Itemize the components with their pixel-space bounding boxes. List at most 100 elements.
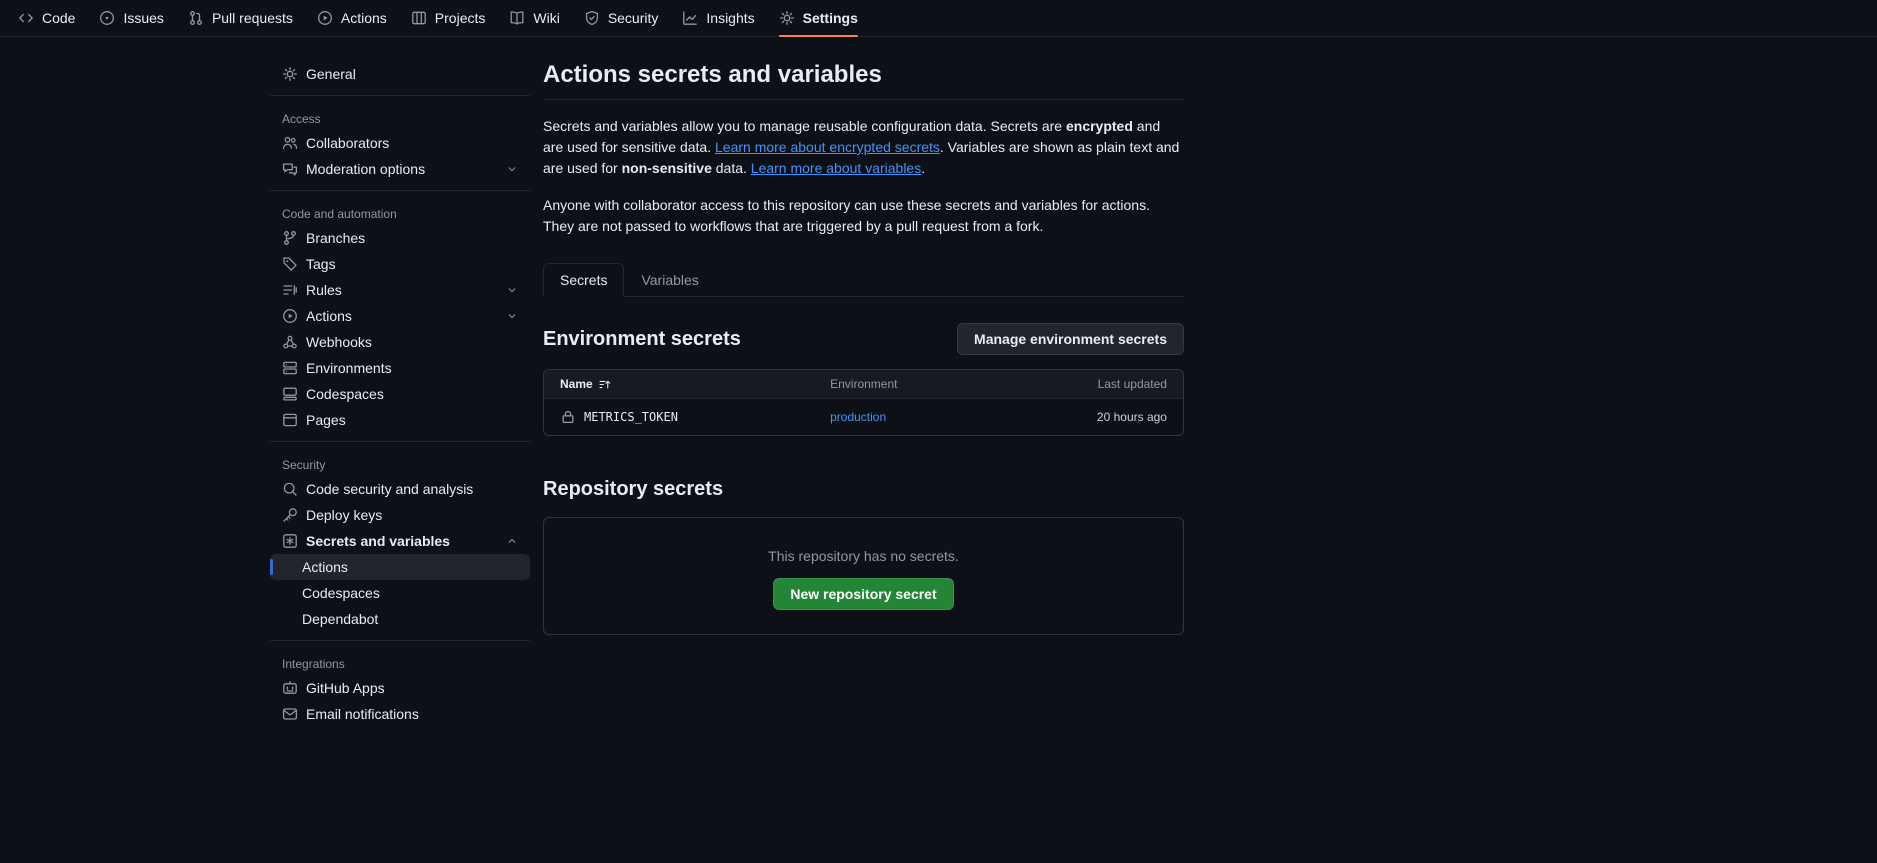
environment-secrets-section: Environment secrets Manage environment s… <box>543 323 1184 436</box>
sidebar-item-codespaces[interactable]: Codespaces <box>270 381 530 407</box>
tab-label: Issues <box>123 10 163 26</box>
sidebar-divider <box>270 190 530 191</box>
gear-icon <box>282 66 298 82</box>
intro-paragraph-2: Anyone with collaborator access to this … <box>543 195 1184 237</box>
play-icon <box>317 10 333 26</box>
link-learn-encrypted-secrets[interactable]: Learn more about encrypted secrets <box>715 139 940 155</box>
sidebar-item-actions[interactable]: Actions <box>270 303 530 329</box>
sidebar-item-environments[interactable]: Environments <box>270 355 530 381</box>
sidebar-divider <box>270 441 530 442</box>
book-icon <box>509 10 525 26</box>
column-header-name[interactable]: Name <box>560 377 830 391</box>
tab-label: Actions <box>341 10 387 26</box>
sidebar-item-code-security[interactable]: Code security and analysis <box>270 476 530 502</box>
mail-icon <box>282 706 298 722</box>
codescan-icon <box>282 481 298 497</box>
tab-label: Wiki <box>533 10 559 26</box>
repository-secrets-title: Repository secrets <box>543 478 1184 501</box>
sidebar-item-label: Pages <box>306 412 346 428</box>
chevron-down-icon <box>506 310 518 322</box>
chevron-up-icon <box>506 535 518 547</box>
tab-label: Projects <box>435 10 486 26</box>
tab-label: Code <box>42 10 75 26</box>
tab-security[interactable]: Security <box>576 0 667 36</box>
intro-text-block: Secrets and variables allow you to manag… <box>543 116 1184 237</box>
intro-paragraph-1: Secrets and variables allow you to manag… <box>543 116 1184 179</box>
tab-actions[interactable]: Actions <box>309 0 395 36</box>
tab-settings[interactable]: Settings <box>771 0 866 36</box>
sidebar-item-label: Deploy keys <box>306 507 382 523</box>
sidebar-item-pages[interactable]: Pages <box>270 407 530 433</box>
sidebar-item-general[interactable]: General <box>270 61 530 87</box>
sidebar-item-secrets-and-variables[interactable]: Secrets and variables <box>270 528 530 554</box>
sidebar-item-branches[interactable]: Branches <box>270 225 530 251</box>
webhook-icon <box>282 334 298 350</box>
sidebar-item-label: Dependabot <box>302 611 378 627</box>
new-repository-secret-button[interactable]: New repository secret <box>773 578 953 610</box>
key-asterisk-icon <box>282 533 298 549</box>
sidebar-item-email-notifications[interactable]: Email notifications <box>270 701 530 727</box>
settings-sidebar: General Access Collaborators Moderation … <box>270 61 530 727</box>
sidebar-item-webhooks[interactable]: Webhooks <box>270 329 530 355</box>
tab-secrets[interactable]: Secrets <box>543 263 624 297</box>
tab-label: Insights <box>706 10 754 26</box>
sidebar-subitem-codespaces[interactable]: Codespaces <box>270 580 530 606</box>
sidebar-subitem-dependabot[interactable]: Dependabot <box>270 606 530 632</box>
people-icon <box>282 135 298 151</box>
tag-icon <box>282 256 298 272</box>
table-header-row: Name Environment Last updated <box>544 370 1183 398</box>
sidebar-heading-access: Access <box>270 104 530 130</box>
comment-discussion-icon <box>282 161 298 177</box>
repository-secrets-section: Repository secrets This repository has n… <box>543 478 1184 635</box>
tab-label: Settings <box>803 10 858 26</box>
intro-text: data. <box>712 160 751 176</box>
browser-icon <box>282 412 298 428</box>
column-header-last-updated: Last updated <box>1046 377 1167 391</box>
column-header-environment: Environment <box>830 377 1045 391</box>
sidebar-subitem-actions[interactable]: Actions <box>270 554 530 580</box>
sidebar-item-label: Environments <box>306 360 392 376</box>
tab-insights[interactable]: Insights <box>674 0 762 36</box>
sidebar-item-label: Email notifications <box>306 706 419 722</box>
sidebar-item-rules[interactable]: Rules <box>270 277 530 303</box>
sidebar-item-label: Actions <box>302 559 348 575</box>
codespaces-icon <box>282 386 298 402</box>
secret-environment-cell: production <box>830 410 1045 424</box>
code-icon <box>18 10 34 26</box>
table-icon <box>411 10 427 26</box>
intro-text: Secrets and variables allow you to manag… <box>543 118 1066 134</box>
tab-code[interactable]: Code <box>10 0 83 36</box>
link-learn-variables[interactable]: Learn more about variables <box>751 160 921 176</box>
graph-icon <box>682 10 698 26</box>
sidebar-heading-integrations: Integrations <box>270 649 530 675</box>
sidebar-item-collaborators[interactable]: Collaborators <box>270 130 530 156</box>
sidebar-item-label: Branches <box>306 230 365 246</box>
intro-text: . <box>921 160 925 176</box>
sort-ascending-icon <box>598 378 611 391</box>
sidebar-item-deploy-keys[interactable]: Deploy keys <box>270 502 530 528</box>
sidebar-item-tags[interactable]: Tags <box>270 251 530 277</box>
sidebar-item-label: Codespaces <box>306 386 384 402</box>
server-icon <box>282 360 298 376</box>
sidebar-divider <box>270 95 530 96</box>
tab-variables[interactable]: Variables <box>624 263 715 297</box>
environment-secrets-table: Name Environment Last updated METRICS_TO… <box>543 369 1184 436</box>
column-header-label: Name <box>560 377 593 391</box>
tab-wiki[interactable]: Wiki <box>501 0 567 36</box>
environment-link[interactable]: production <box>830 410 886 424</box>
repo-tab-bar: Code Issues Pull requests Actions Projec… <box>0 0 1877 37</box>
tab-label: Security <box>608 10 659 26</box>
sidebar-item-github-apps[interactable]: GitHub Apps <box>270 675 530 701</box>
sidebar-item-moderation-options[interactable]: Moderation options <box>270 156 530 182</box>
manage-environment-secrets-button[interactable]: Manage environment secrets <box>957 323 1184 355</box>
secret-last-updated: 20 hours ago <box>1046 410 1167 424</box>
tab-projects[interactable]: Projects <box>403 0 494 36</box>
tab-pull-requests[interactable]: Pull requests <box>180 0 301 36</box>
hubot-icon <box>282 680 298 696</box>
tab-issues[interactable]: Issues <box>91 0 171 36</box>
secret-name: METRICS_TOKEN <box>584 410 678 424</box>
settings-layout: General Access Collaborators Moderation … <box>270 37 1877 727</box>
sidebar-heading-security: Security <box>270 450 530 476</box>
shield-icon <box>584 10 600 26</box>
table-row: METRICS_TOKEN production 20 hours ago <box>544 398 1183 435</box>
